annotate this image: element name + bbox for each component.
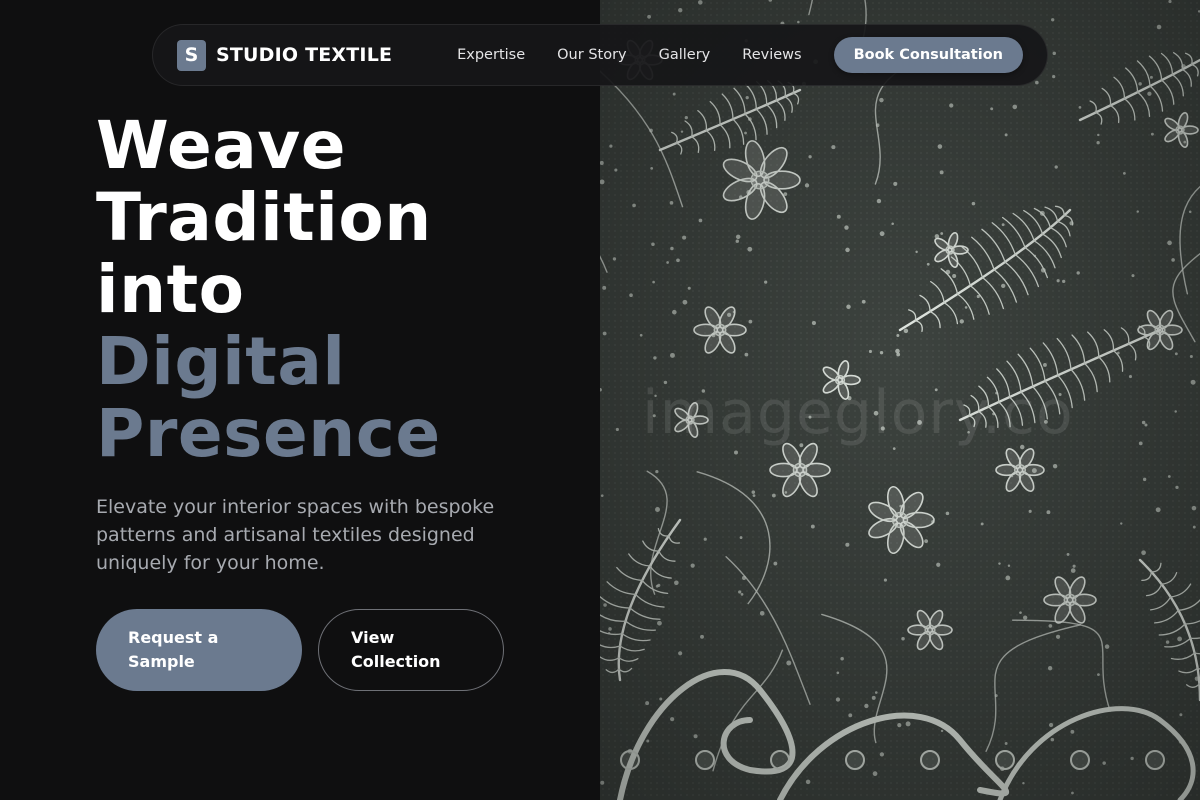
nav-link-our-story[interactable]: Our Story xyxy=(557,47,626,63)
hero-subtitle: Elevate your interior spaces with bespok… xyxy=(96,496,495,574)
hero-title: Weave Tradition into Digital Presence xyxy=(96,110,586,470)
brand-logo[interactable]: S STUDIO TEXTILE xyxy=(177,39,393,71)
hero-title-accent-line: Digital xyxy=(96,323,346,400)
brand-name: STUDIO TEXTILE xyxy=(216,44,393,66)
hero-title-line: Tradition xyxy=(96,179,432,256)
landing-page: imageglory.co S STUDIO TEXTILE Expertise… xyxy=(0,0,1200,800)
hero-title-line: into xyxy=(96,251,245,328)
view-collection-button[interactable]: View Collection xyxy=(318,609,504,691)
image-watermark: imageglory.co xyxy=(642,378,1074,448)
nav-link-expertise[interactable]: Expertise xyxy=(457,47,525,63)
request-sample-button[interactable]: Request a Sample xyxy=(96,609,302,691)
book-consultation-button[interactable]: Book Consultation xyxy=(833,37,1023,73)
hero-title-line: Weave xyxy=(96,107,347,184)
nav-link-reviews[interactable]: Reviews xyxy=(742,47,801,63)
nav-links: Expertise Our Story Gallery Reviews Book… xyxy=(457,37,1023,73)
top-navigation: S STUDIO TEXTILE Expertise Our Story Gal… xyxy=(152,24,1048,86)
hero-lace-image: imageglory.co xyxy=(600,0,1200,800)
brand-logo-icon: S xyxy=(177,39,206,71)
nav-link-gallery[interactable]: Gallery xyxy=(659,47,711,63)
hero-title-accent-line: Presence xyxy=(96,395,441,472)
